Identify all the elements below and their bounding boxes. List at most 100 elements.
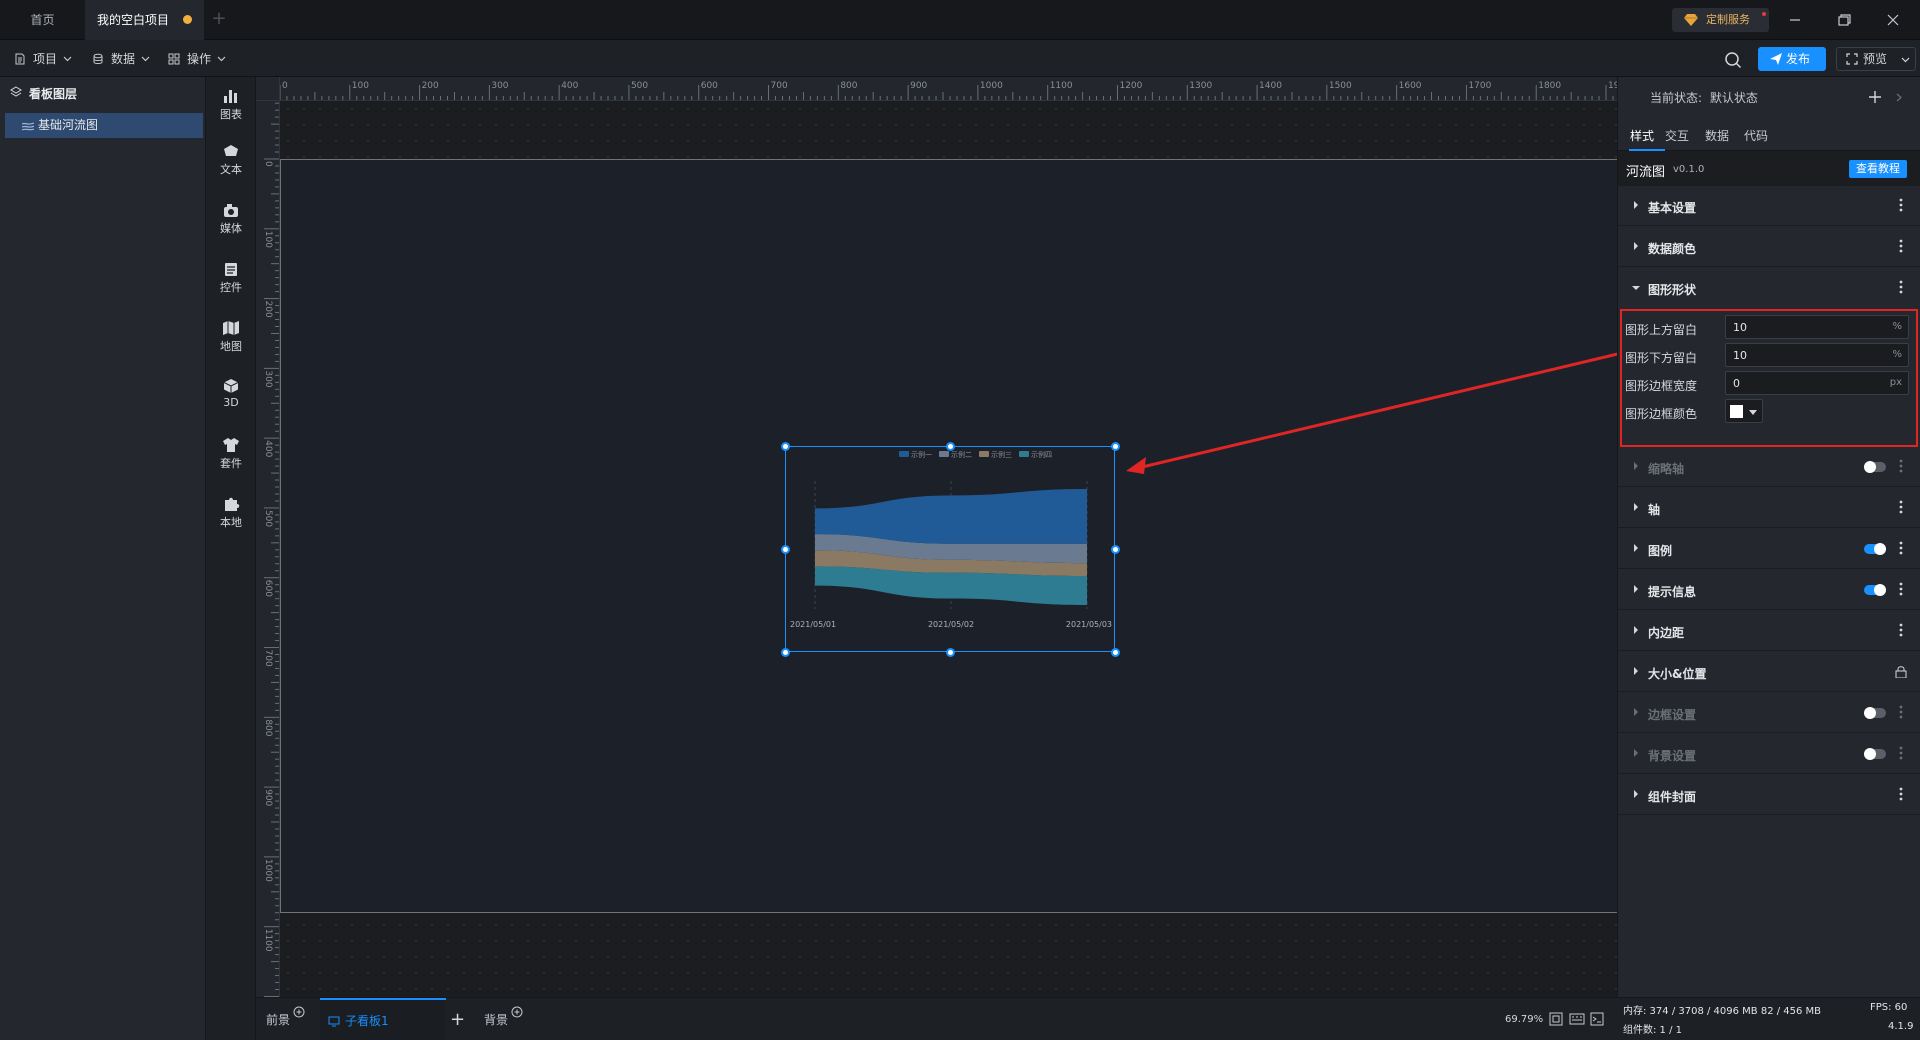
lock-icon[interactable] [1895,665,1907,678]
more-icon[interactable] [1899,541,1903,555]
section-cover[interactable]: 组件封面 [1618,775,1920,815]
section-padding-title: 内边距 [1648,626,1685,640]
tab-home[interactable]: 首页 [0,0,85,40]
component-media[interactable]: 媒体 [206,202,256,246]
section-basic[interactable]: 基本设置 [1618,186,1920,226]
ruler-label: 1100 [1050,81,1073,91]
section-background[interactable]: 背景设置 [1618,734,1920,774]
text-icon [224,145,238,156]
border-color-picker[interactable] [1725,399,1763,423]
add-state-icon[interactable] [1868,90,1882,104]
x-axis-label: 2021/05/02 [928,620,974,629]
minimize-icon[interactable] [1784,9,1806,31]
layer-item[interactable]: 基础河流图 [5,113,203,138]
close-icon[interactable] [1882,9,1904,31]
restore-icon[interactable] [1833,9,1855,31]
horizontal-ruler: 0 100 200 300 400 500 600 700 800 900 1000 1100 1200… [256,77,1617,101]
component-local[interactable]: 本地 [206,496,256,540]
component-chart[interactable]: 图表 [206,88,256,132]
resize-handle[interactable] [946,442,955,451]
add-tab-button[interactable]: + [208,8,230,30]
more-icon[interactable] [1899,623,1903,637]
resize-handle[interactable] [946,648,955,657]
top-padding-input[interactable]: 10 % [1725,315,1909,339]
component-3d[interactable]: 3D [206,378,256,422]
background-tab[interactable]: 背景 [484,1006,523,1030]
background-toggle[interactable] [1864,748,1886,760]
more-icon[interactable] [1899,705,1903,719]
section-datazoom[interactable]: 缩略轴 [1618,447,1920,487]
tab-current-project[interactable]: 我的空白项目 [85,0,204,40]
resize-handle[interactable] [1111,545,1120,554]
border-width-input[interactable]: 0 px [1725,371,1909,395]
section-axis[interactable]: 轴 [1618,488,1920,528]
legend-label: 示例四 [1031,450,1052,459]
more-icon[interactable] [1899,746,1903,760]
section-legend[interactable]: 图例 [1618,529,1920,569]
more-icon[interactable] [1899,787,1903,801]
resize-handle[interactable] [1111,648,1120,657]
component-kit[interactable]: 套件 [206,437,256,481]
section-shape[interactable]: 图形形状 [1618,268,1920,308]
foreground-tab[interactable]: 前景 [266,1006,305,1030]
more-icon[interactable] [1899,280,1903,294]
caret-right-icon [1634,708,1638,716]
tab-interaction[interactable]: 交互 [1665,127,1689,144]
more-icon[interactable] [1899,198,1903,212]
section-border[interactable]: 边框设置 [1618,693,1920,733]
puzzle-icon [225,497,240,511]
legend-toggle[interactable] [1864,543,1886,555]
fit-screen-icon[interactable] [1549,1012,1563,1026]
zoom-level[interactable]: 69.79% [1505,1010,1543,1030]
horizontal-ruler-ticks: 0 100 200 300 400 500 600 700 800 900 1000 1100 1200… [279,81,1617,100]
datazoom-toggle[interactable] [1864,461,1886,473]
top-padding-unit: % [1892,321,1902,332]
border-toggle[interactable] [1864,707,1886,719]
preview-button[interactable]: 预览 [1836,47,1916,71]
caret-right-icon [1634,667,1638,675]
tutorial-button[interactable]: 查看教程 [1849,160,1907,178]
ruler-label: 800 [840,81,857,91]
map-icon [223,321,239,335]
add-board-button[interactable]: + [450,1010,465,1030]
terminal-icon[interactable] [1590,1012,1604,1026]
more-icon[interactable] [1899,459,1903,473]
resize-handle[interactable] [781,545,790,554]
tab-data[interactable]: 数据 [1705,127,1729,144]
menu-data[interactable]: 数据 [92,48,156,70]
add-circle-icon[interactable] [293,1006,305,1018]
chevron-right-icon[interactable] [1896,93,1902,102]
sub-board-tab[interactable]: 子看板1 [320,998,446,1040]
state-value[interactable]: 默认状态 [1710,91,1758,105]
publish-button[interactable]: 发布 [1758,47,1826,71]
ruler-label: 800 [263,719,273,736]
component-controls[interactable]: 控件 [206,261,256,305]
add-circle-icon[interactable] [511,1006,523,1018]
tab-code[interactable]: 代码 [1744,127,1768,144]
section-size-position[interactable]: 大小&位置 [1618,652,1920,692]
component-text[interactable]: 文本 [206,143,256,187]
section-data-colors[interactable]: 数据颜色 [1618,227,1920,267]
keyboard-icon[interactable] [1569,1012,1585,1026]
more-icon[interactable] [1899,239,1903,253]
tooltip-toggle[interactable] [1864,584,1886,596]
section-basic-title: 基本设置 [1648,201,1697,215]
caret-down-icon [1749,410,1757,415]
section-tooltip[interactable]: 提示信息 [1618,570,1920,610]
section-padding[interactable]: 内边距 [1618,611,1920,651]
resize-handle[interactable] [1111,442,1120,451]
custom-service-button[interactable]: 定制服务 [1672,8,1769,32]
custom-service-label: 定制服务 [1706,13,1750,26]
river-chart-widget[interactable]: 示例一 示例二 示例三 示例四 2021/05/01 2021/05/02 2021/05… [785,446,1115,652]
more-icon[interactable] [1899,500,1903,514]
more-icon[interactable] [1899,582,1903,596]
menu-project[interactable]: 项目 [14,48,78,70]
resize-handle[interactable] [781,648,790,657]
canvas-area[interactable]: 示例一 示例二 示例三 示例四 2021/05/01 2021/05/02 2021/05… [280,101,1617,997]
component-map[interactable]: 地图 [206,320,256,364]
resize-handle[interactable] [781,442,790,451]
tab-style[interactable]: 样式 [1630,127,1654,144]
search-icon[interactable] [1724,51,1742,69]
bottom-padding-input[interactable]: 10 % [1725,343,1909,367]
menu-operation[interactable]: 操作 [168,48,232,70]
